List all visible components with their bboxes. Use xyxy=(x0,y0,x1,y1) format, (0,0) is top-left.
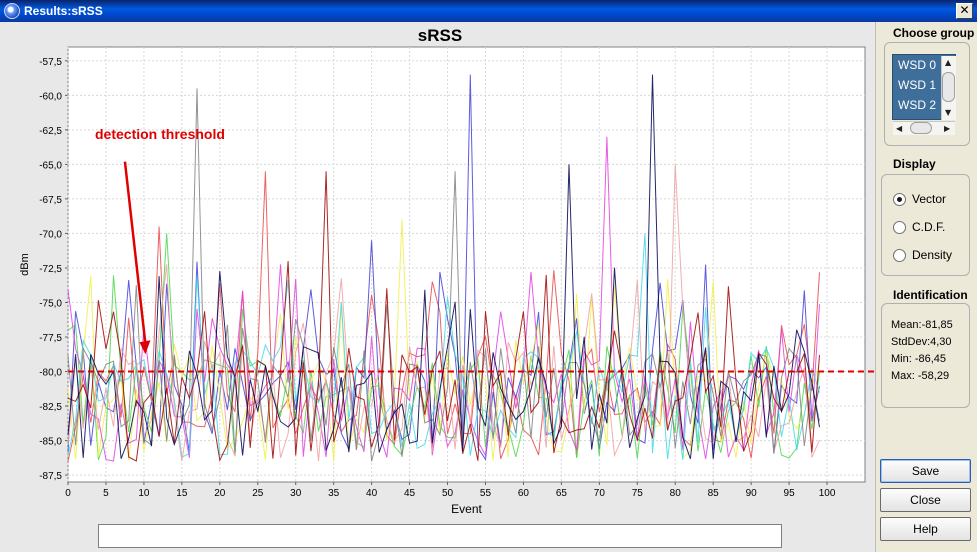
x-tick-label: 85 xyxy=(708,488,720,499)
x-tick-label: 100 xyxy=(819,488,836,499)
x-tick-label: 20 xyxy=(214,488,226,499)
y-tick-label: -57,5 xyxy=(39,57,62,68)
radio-density[interactable]: Density xyxy=(893,246,952,264)
x-tick-label: 65 xyxy=(556,488,568,499)
y-tick-label: -82,5 xyxy=(39,402,62,413)
scroll-left-arrow-icon[interactable]: ◀ xyxy=(896,124,902,133)
vertical-scroll-thumb[interactable] xyxy=(942,72,955,102)
threshold-label: detection threshold xyxy=(95,126,225,142)
y-tick-label: -85,0 xyxy=(39,437,62,448)
radio-vector[interactable]: Vector xyxy=(893,190,946,208)
y-tick-label: -72,5 xyxy=(39,264,62,275)
choose-group-label: Choose group xyxy=(893,26,975,40)
results-window: Results:sRSS ✕ sRSS -57,5 -60,0 -62,5 -65,0… xyxy=(0,0,977,552)
close-button[interactable]: Close xyxy=(880,488,971,512)
x-tick-label: 50 xyxy=(442,488,454,499)
scroll-right-arrow-icon[interactable]: ▶ xyxy=(944,124,950,133)
x-axis-label: Event xyxy=(451,502,482,516)
radio-label: C.D.F. xyxy=(912,220,946,234)
stat-min: Min: -86,45 xyxy=(891,353,947,365)
x-tick-label: 40 xyxy=(366,488,378,499)
x-tick-label: 60 xyxy=(518,488,530,499)
stat-stddev: StdDev:4,30 xyxy=(891,336,952,348)
x-tick-label: 45 xyxy=(404,488,416,499)
scroll-up-arrow-icon[interactable]: ▲ xyxy=(945,58,951,67)
y-tick-label: -70,0 xyxy=(39,229,62,240)
srss-chart: -57,5 -60,0 -62,5 -65,0 -67,5 -70,0 -72,5 -75,0… xyxy=(19,46,876,543)
y-tick-label: -60,0 xyxy=(39,91,62,102)
y-tick-label: -75,0 xyxy=(39,298,62,309)
x-tick-label: 35 xyxy=(328,488,340,499)
y-axis-label: dBm xyxy=(19,253,31,276)
stat-max: Max: -58,29 xyxy=(891,370,950,382)
x-tick-label: 15 xyxy=(176,488,188,499)
stat-mean: Mean:-81,85 xyxy=(891,319,953,331)
x-tick-label: 75 xyxy=(632,488,644,499)
radio-button[interactable] xyxy=(893,220,906,234)
help-button[interactable]: Help xyxy=(880,517,971,541)
identification-label: Identification xyxy=(893,288,968,302)
legend xyxy=(98,524,782,548)
x-tick-label: 30 xyxy=(290,488,302,499)
x-tick-label: 95 xyxy=(784,488,796,499)
y-tick-label: -80,0 xyxy=(39,368,62,379)
y-tick-label: -87,5 xyxy=(39,471,62,482)
radio-label: Density xyxy=(912,248,953,262)
x-tick-label: 70 xyxy=(594,488,606,499)
radio-label: Vector xyxy=(912,192,947,206)
x-tick-label: 0 xyxy=(65,488,71,499)
x-tick-label: 55 xyxy=(480,488,492,499)
x-tick-label: 80 xyxy=(670,488,682,499)
y-tick-label: -65,0 xyxy=(39,160,62,171)
horizontal-scroll-thumb[interactable] xyxy=(910,122,932,134)
display-label: Display xyxy=(893,157,936,171)
x-tick-label: 90 xyxy=(746,488,758,499)
radio-button[interactable] xyxy=(893,248,906,262)
y-tick-label: -62,5 xyxy=(39,126,62,137)
save-button[interactable]: Save xyxy=(880,459,971,483)
radio-button-selected[interactable] xyxy=(893,192,906,206)
x-tick-label: 10 xyxy=(138,488,150,499)
y-tick-label: -67,5 xyxy=(39,195,62,206)
y-tick-label: -77,5 xyxy=(39,333,62,344)
radio-cdf[interactable]: C.D.F. xyxy=(893,218,945,236)
x-tick-label: 5 xyxy=(103,488,109,499)
scroll-down-arrow-icon[interactable]: ▼ xyxy=(945,108,951,117)
x-tick-label: 25 xyxy=(252,488,264,499)
